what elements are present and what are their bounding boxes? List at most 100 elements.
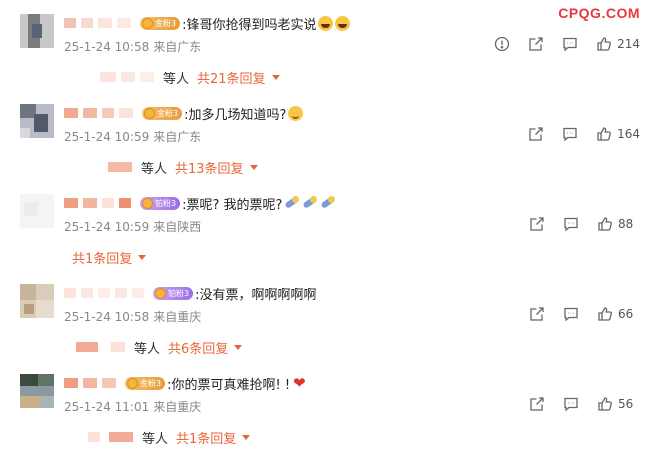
repost-icon[interactable] — [529, 216, 545, 232]
comment-location: 来自广东 — [153, 130, 202, 144]
laughing-emoji-icon — [318, 15, 334, 31]
comment-date: 25-1-24 10:58 — [64, 310, 150, 324]
username-masked[interactable] — [64, 288, 76, 298]
like-count: 214 — [617, 37, 640, 51]
fan-badge[interactable]: 铂粉3 — [140, 196, 181, 210]
medal-icon — [142, 197, 153, 209]
reply-users-suffix: 等人 — [134, 341, 161, 357]
like-count: 56 — [618, 397, 634, 411]
thumbs-up-icon — [596, 36, 612, 52]
comment-actions: 56 — [511, 394, 640, 414]
medal-icon — [127, 377, 138, 389]
reply-users-suffix: 等人 — [142, 431, 169, 447]
reply-summary: 等人 共21条回复 — [64, 68, 280, 87]
comment-header: 金粉3 :锋哥你抢得到吗老实说 — [64, 14, 351, 33]
like-count: 164 — [617, 127, 640, 141]
comment-meta: 25-1-24 10:59 来自陕西 — [64, 218, 201, 235]
thumbs-up-icon — [597, 216, 613, 232]
comment-date: 25-1-24 10:58 — [64, 40, 150, 54]
comment-header: 金粉3 :你的票可真难抢啊! ! ❤ — [64, 374, 306, 393]
comment-text: :票呢? 我的票呢? — [182, 197, 283, 213]
view-replies-link[interactable]: 共6条回复 — [168, 338, 243, 357]
laughing-emoji-icon — [335, 15, 351, 31]
site-watermark: CPQG.COM — [558, 5, 640, 21]
medal-icon — [144, 107, 155, 119]
comment-location: 来自陕西 — [153, 220, 202, 234]
comment-actions: 164 — [510, 124, 640, 144]
view-replies-link[interactable]: 共13条回复 — [175, 158, 258, 177]
comment-meta: 25-1-24 10:58 来自重庆 — [64, 308, 201, 325]
comment-date: 25-1-24 11:01 — [64, 400, 150, 414]
popcorn-emoji-icon — [284, 196, 300, 210]
comment-meta: 25-1-24 11:01 来自重庆 — [64, 398, 201, 415]
comment-location: 来自广东 — [153, 40, 202, 54]
repost-icon[interactable] — [528, 126, 544, 142]
like-button[interactable]: 214 — [596, 36, 640, 52]
username-masked[interactable] — [64, 378, 78, 388]
popcorn-emoji-icon — [302, 196, 318, 210]
comment-header: 铂粉3 :票呢? 我的票呢? — [64, 194, 336, 213]
like-button[interactable]: 88 — [597, 216, 640, 232]
caret-down-icon — [138, 254, 147, 260]
like-count: 66 — [618, 307, 634, 321]
view-replies-link[interactable]: 共1条回复 — [72, 248, 147, 267]
reply-summary: 等人 共1条回复 — [64, 428, 251, 447]
caret-down-icon — [271, 74, 280, 80]
comment-meta: 25-1-24 10:59 来自广东 — [64, 128, 201, 145]
caret-down-icon — [249, 164, 258, 170]
avatar[interactable] — [20, 284, 54, 318]
comment-icon[interactable] — [563, 216, 579, 232]
avatar[interactable] — [20, 194, 54, 228]
comment-icon[interactable] — [563, 396, 579, 412]
comment-header: 铂粉3 :没有票，啊啊啊啊啊 — [64, 284, 317, 303]
medal-icon — [155, 287, 166, 299]
reply-summary: 等人 共13条回复 — [64, 158, 258, 177]
like-button[interactable]: 164 — [596, 126, 640, 142]
fan-badge[interactable]: 金粉3 — [142, 106, 183, 120]
comment-actions: 66 — [511, 304, 640, 324]
view-replies-link[interactable]: 共21条回复 — [197, 68, 280, 87]
like-button[interactable]: 56 — [597, 396, 640, 412]
avatar[interactable] — [20, 374, 54, 408]
thumbs-up-icon — [597, 396, 613, 412]
view-replies-link[interactable]: 共1条回复 — [176, 428, 251, 447]
reply-users-suffix: 等人 — [163, 71, 190, 87]
comment-location: 来自重庆 — [153, 400, 202, 414]
username-masked[interactable] — [64, 108, 78, 118]
fan-badge[interactable]: 铂粉3 — [153, 286, 194, 300]
avatar[interactable] — [20, 104, 54, 138]
comment-icon[interactable] — [562, 36, 578, 52]
comment-icon[interactable] — [562, 126, 578, 142]
repost-icon[interactable] — [529, 306, 545, 322]
username-masked[interactable] — [64, 198, 78, 208]
comment-meta: 25-1-24 10:58 来自广东 — [64, 38, 201, 55]
thumbs-up-icon — [596, 126, 612, 142]
report-icon[interactable] — [494, 36, 510, 52]
fan-badge[interactable]: 金粉3 — [140, 16, 181, 30]
repost-icon[interactable] — [529, 396, 545, 412]
comment-header: 金粉3 :加多几场知道吗? — [64, 104, 304, 123]
caret-down-icon — [242, 434, 251, 440]
avatar[interactable] — [20, 14, 54, 48]
reply-summary: 等人 共6条回复 — [64, 338, 243, 357]
comment-actions: 88 — [511, 214, 640, 234]
comment-text: :锋哥你抢得到吗老实说 — [182, 17, 317, 33]
popcorn-emoji-icon — [320, 196, 336, 210]
reply-summary: 共1条回复 — [64, 248, 147, 267]
medal-icon — [142, 17, 153, 29]
fan-badge[interactable]: 金粉3 — [125, 376, 166, 390]
repost-icon[interactable] — [528, 36, 544, 52]
comment-text: :没有票，啊啊啊啊啊 — [195, 287, 317, 303]
comment-text: :你的票可真难抢啊! ! — [167, 377, 291, 393]
comment-date: 25-1-24 10:59 — [64, 130, 150, 144]
comment-icon[interactable] — [563, 306, 579, 322]
reply-users-suffix: 等人 — [141, 161, 168, 177]
comment-text: :加多几场知道吗? — [184, 107, 287, 123]
like-button[interactable]: 66 — [597, 306, 640, 322]
like-count: 88 — [618, 217, 634, 231]
username-masked[interactable] — [64, 18, 76, 28]
smiling-emoji-icon — [288, 105, 304, 121]
caret-down-icon — [234, 344, 243, 350]
comment-location: 来自重庆 — [153, 310, 202, 324]
comment-date: 25-1-24 10:59 — [64, 220, 150, 234]
